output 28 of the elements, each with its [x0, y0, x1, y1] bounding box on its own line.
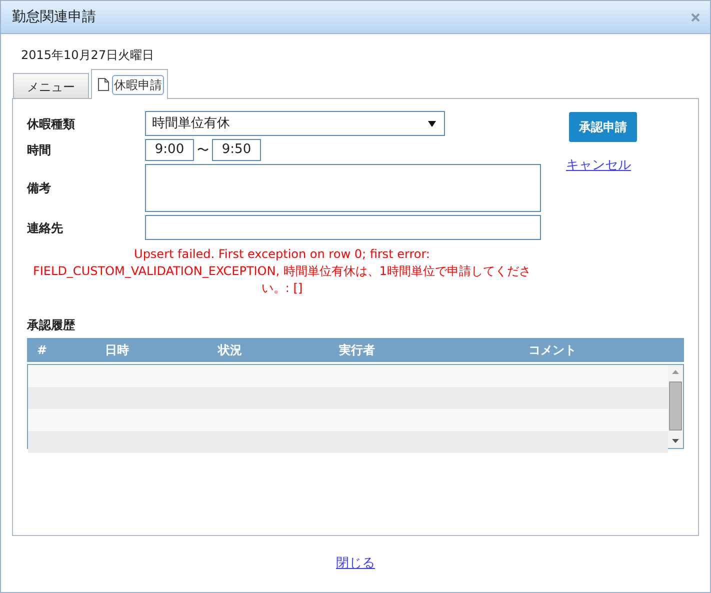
tab[interactable]: 休暇申請 — [91, 69, 168, 99]
text-area[interactable] — [145, 164, 541, 212]
field-label: 時間 — [27, 142, 52, 159]
range-separator: 〜 — [197, 142, 209, 159]
scrollbar[interactable] — [668, 365, 683, 448]
document-icon — [98, 78, 109, 91]
field-label: 連絡先 — [27, 220, 64, 236]
field-label: 備考 — [27, 180, 52, 197]
window-title: 勤怠関連申請 — [12, 8, 96, 26]
close-link[interactable]: 閉じる — [336, 556, 375, 571]
input-field[interactable] — [145, 215, 541, 240]
tab[interactable]: メニュー — [13, 73, 89, 98]
column-header: コメント — [528, 342, 578, 359]
column-header: 実行者 — [338, 342, 376, 359]
cancel-link[interactable]: キャンセル — [566, 156, 631, 176]
section-title: 承認履歴 — [27, 317, 76, 334]
close-icon[interactable] — [691, 12, 700, 22]
error-message: Upsert failed. First exception on row 0; first error: FIELD_CUSTOM_VALIDATION_EXCEPTION, 時間単位有休は、1時間単位で申請してください。: [] — [32, 246, 532, 297]
submit-button[interactable]: 承認申請 — [569, 112, 637, 142]
column-header: # — [36, 342, 48, 359]
time-field[interactable]: 9:50 — [212, 139, 261, 161]
date-text: 2015年10月27日火曜日 — [20, 47, 156, 64]
field-label: 休暇種類 — [27, 116, 76, 132]
time-field[interactable]: 9:00 — [145, 139, 194, 161]
select-field[interactable]: 時間単位有休 — [145, 111, 445, 136]
dropdown-arrow-icon — [428, 120, 436, 126]
column-header: 日時 — [104, 342, 130, 359]
column-header: 状況 — [216, 342, 243, 359]
